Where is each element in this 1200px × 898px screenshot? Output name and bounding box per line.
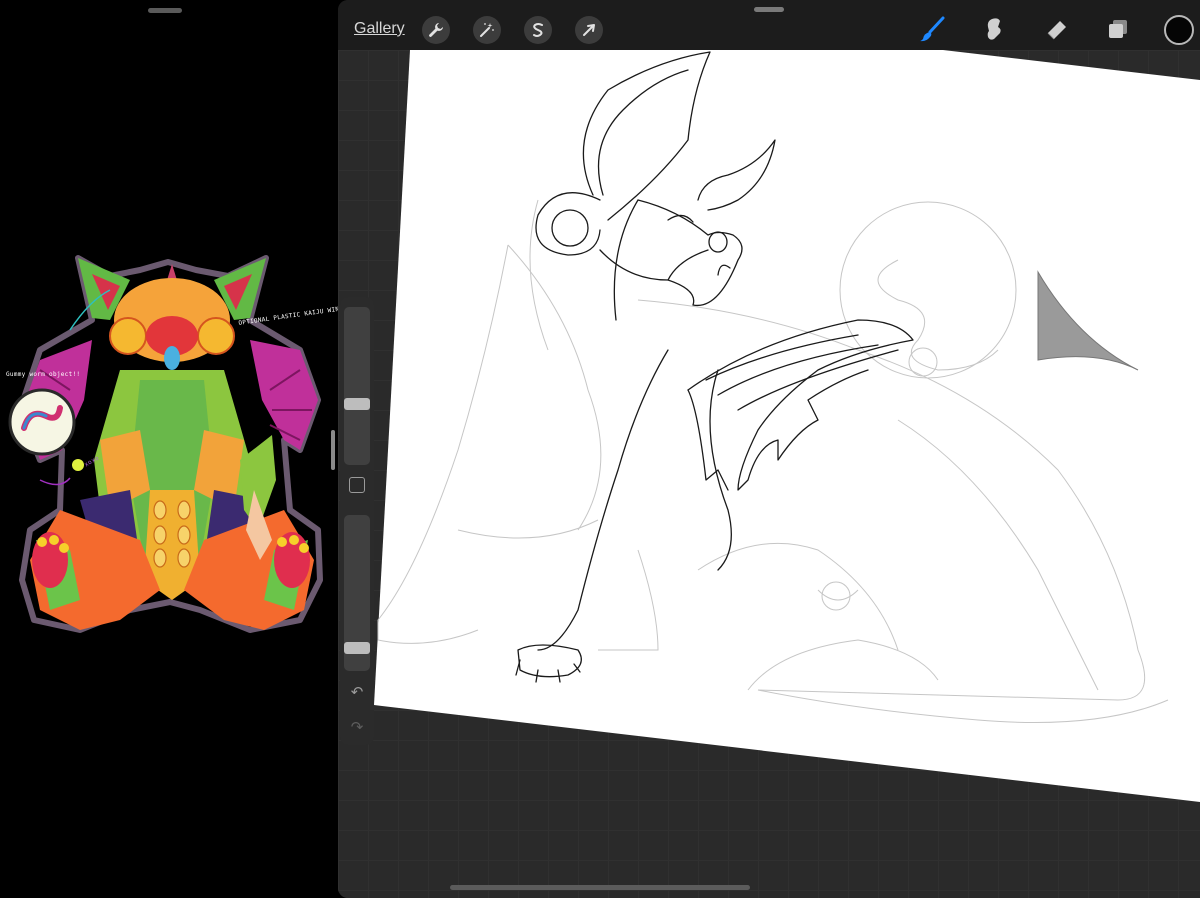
layers-tool[interactable] — [1102, 13, 1134, 45]
drawing-canvas[interactable] — [338, 50, 1200, 898]
color-picker-swatch[interactable] — [1164, 15, 1194, 45]
opacity-slider[interactable] — [344, 515, 370, 671]
actions-button[interactable] — [422, 16, 450, 44]
home-indicator — [450, 885, 750, 890]
eraser-icon — [1047, 21, 1066, 40]
opacity-thumb[interactable] — [344, 642, 370, 654]
reference-artwork — [8, 255, 323, 633]
modify-square-button[interactable] — [349, 477, 365, 493]
canvas-area[interactable] — [338, 50, 1200, 898]
brush-tool[interactable] — [916, 13, 948, 45]
procreate-app: Gallery ↶ ↷ — [338, 0, 1200, 898]
wrench-icon — [429, 23, 443, 37]
brush-icon — [920, 16, 945, 42]
selection-button[interactable] — [524, 16, 552, 44]
magic-wand-icon — [480, 23, 494, 37]
reference-note-gummy: Gummy worm object!! — [6, 371, 81, 378]
gallery-button[interactable]: Gallery — [354, 20, 405, 38]
top-toolbar: Gallery — [338, 0, 1200, 50]
brush-size-thumb[interactable] — [344, 398, 370, 410]
multitasking-grabber[interactable] — [754, 7, 784, 12]
smudge-icon — [987, 18, 1001, 40]
brush-size-slider[interactable] — [344, 307, 370, 465]
eraser-tool[interactable] — [1040, 13, 1072, 45]
transform-arrow-icon — [583, 24, 595, 36]
undo-icon[interactable]: ↶ — [348, 684, 366, 702]
smudge-tool[interactable] — [978, 13, 1010, 45]
split-divider-handle[interactable] — [331, 430, 335, 470]
redo-icon[interactable]: ↷ — [348, 719, 366, 737]
split-view-grabber[interactable] — [148, 8, 182, 13]
transform-button[interactable] — [575, 16, 603, 44]
brush-sidebar: ↶ ↷ — [340, 297, 374, 745]
layers-icon — [1109, 20, 1127, 38]
selection-s-icon — [533, 23, 543, 37]
adjustments-button[interactable] — [473, 16, 501, 44]
reference-pane: OPTIONAL PLASTIC KAIJU WINGS! Gummy worm… — [0, 0, 351, 898]
